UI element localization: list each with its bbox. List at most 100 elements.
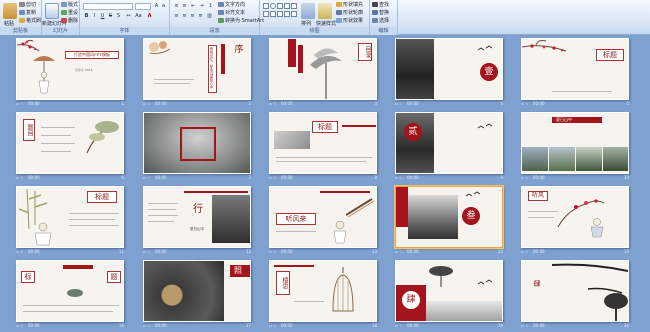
slide-thumbnail-11[interactable]: 标题 bbox=[16, 186, 124, 248]
transition-icon: ▫ ☆ bbox=[521, 249, 529, 254]
cut-button[interactable]: 剪切 bbox=[19, 2, 36, 9]
slide-title: 序 bbox=[234, 45, 244, 55]
replace-button[interactable]: 替换 bbox=[372, 10, 389, 17]
numbering-icon[interactable]: ≡ bbox=[181, 3, 188, 10]
umbrella-girl-illustration bbox=[33, 56, 55, 94]
align-right-icon[interactable]: ≡ bbox=[189, 13, 196, 20]
bold-icon[interactable]: B bbox=[83, 13, 90, 20]
red-accent-bar bbox=[342, 125, 376, 127]
slide-thumbnail-2[interactable]: 序 有些记忆，却永远留在心中 bbox=[143, 38, 251, 100]
callout-shape-icon[interactable] bbox=[277, 11, 283, 17]
transition-icon: ▫ ☆ bbox=[16, 175, 24, 180]
ink-branch-illustration bbox=[552, 263, 628, 321]
paste-icon[interactable] bbox=[3, 3, 17, 19]
slide-thumbnail-19[interactable]: 肆 bbox=[395, 260, 503, 322]
font-size-box[interactable] bbox=[135, 3, 151, 10]
bullets-icon[interactable]: ≡ bbox=[173, 3, 180, 10]
slide-title: 听风来 bbox=[276, 213, 316, 225]
slide-thumbnail-12[interactable]: 行 夏日山中 bbox=[143, 186, 251, 248]
plum-branch-illustration bbox=[522, 40, 567, 52]
layout-button[interactable]: 版式 bbox=[61, 2, 78, 9]
slide-number: 8 bbox=[374, 175, 377, 180]
slide-thumbnail-7[interactable] bbox=[143, 112, 251, 174]
white-bridge-photo bbox=[426, 301, 502, 321]
brace-shape-icon[interactable] bbox=[284, 11, 290, 17]
slide-thumbnail-16[interactable]: 标 题 bbox=[16, 260, 124, 322]
new-slide-icon[interactable] bbox=[45, 3, 59, 19]
chapter-circle: 贰 bbox=[404, 123, 422, 141]
transition-icon: ▫ ☆ bbox=[521, 323, 529, 328]
text-line bbox=[41, 127, 75, 128]
quick-styles-icon[interactable] bbox=[318, 3, 332, 19]
slide-thumbnail-15[interactable]: 听风 bbox=[521, 186, 629, 248]
text-line bbox=[41, 151, 71, 152]
italic-icon[interactable]: I bbox=[91, 13, 98, 20]
align-center-icon[interactable]: ≡ bbox=[181, 13, 188, 20]
columns-icon[interactable]: ▥ bbox=[206, 13, 213, 20]
red-accent-bar bbox=[63, 265, 93, 269]
font-color-icon[interactable]: A bbox=[146, 13, 153, 20]
arrow-shape-icon[interactable] bbox=[284, 3, 290, 9]
more-shapes-icon[interactable] bbox=[291, 11, 297, 17]
red-accent-bar bbox=[298, 45, 303, 73]
text-line bbox=[69, 219, 115, 220]
align-text-button[interactable]: 对齐文本 bbox=[218, 10, 245, 17]
reset-button[interactable]: 重设 bbox=[61, 10, 78, 17]
slide-thumbnail-20[interactable]: 肆 bbox=[521, 260, 629, 322]
slide-thumbnail-3[interactable]: 目录 bbox=[269, 38, 377, 100]
line-spacing-icon[interactable]: ↕ bbox=[207, 3, 214, 10]
slide-number: 9 bbox=[500, 175, 503, 180]
slide-thumbnail-4[interactable]: 壹 bbox=[395, 38, 503, 100]
star-shape-icon[interactable] bbox=[270, 11, 276, 17]
slide-thumbnail-13[interactable]: 听风来 bbox=[269, 186, 377, 248]
delete-button[interactable]: 删除 bbox=[61, 18, 78, 25]
slide-number: 5 bbox=[626, 101, 629, 106]
text-direction-button[interactable]: 文字方向 bbox=[218, 2, 245, 9]
strikethrough-icon[interactable]: S bbox=[107, 13, 114, 20]
slide-thumbnail-14[interactable]: 叁 bbox=[395, 186, 503, 248]
paste-button[interactable]: 粘贴 bbox=[4, 20, 14, 27]
smartart-button[interactable]: 转换为 SmartArt bbox=[218, 18, 264, 25]
slide-thumbnail-18[interactable]: 檀思 bbox=[269, 260, 377, 322]
slide-meta-16: ▫ ☆ 00:00 16 bbox=[16, 323, 124, 328]
shape-fill-button[interactable]: 形状填充 bbox=[336, 2, 363, 9]
triangle-shape-icon[interactable] bbox=[291, 3, 297, 9]
slide-thumbnail-6[interactable]: 题目 bbox=[16, 112, 124, 174]
shape-effects-button[interactable]: 形状效果 bbox=[336, 18, 363, 25]
shadow-icon[interactable]: S bbox=[115, 13, 122, 20]
slide-thumbnail-9[interactable]: 贰 bbox=[395, 112, 503, 174]
align-left-icon[interactable]: ≡ bbox=[173, 13, 180, 20]
find-button[interactable]: 查找 bbox=[372, 2, 389, 9]
slide-thumbnail-17[interactable]: 照 bbox=[143, 260, 251, 322]
font-name-box[interactable] bbox=[83, 3, 133, 10]
textbox-shape-icon[interactable] bbox=[263, 11, 269, 17]
quick-styles-button[interactable]: 快速样式 bbox=[316, 20, 336, 27]
oval-shape-icon[interactable] bbox=[270, 3, 276, 9]
arrange-icon[interactable] bbox=[301, 3, 315, 19]
slide-thumbnail-8[interactable]: 标题 bbox=[269, 112, 377, 174]
decrease-indent-icon[interactable]: ⇤ bbox=[190, 3, 197, 10]
slide-meta-14: ▫ ☆ 00:00 14 bbox=[395, 249, 503, 254]
underline-icon[interactable]: U bbox=[99, 13, 106, 20]
slide-thumbnail-5[interactable]: 标题 bbox=[521, 38, 629, 100]
text-line bbox=[154, 79, 194, 80]
arrange-button[interactable]: 排列 bbox=[301, 20, 311, 27]
copy-button[interactable]: 复制 bbox=[19, 10, 36, 17]
transition-icon: ▫ ☆ bbox=[16, 249, 24, 254]
select-button[interactable]: 选择 bbox=[372, 18, 389, 25]
grow-font-icon[interactable]: A bbox=[153, 3, 160, 10]
brush-icon bbox=[19, 18, 25, 23]
change-case-icon[interactable]: Aa bbox=[135, 13, 142, 20]
rectangle-shape-icon[interactable] bbox=[263, 3, 269, 9]
slide-thumbnail-10[interactable]: 夏日山中 bbox=[521, 112, 629, 174]
increase-indent-icon[interactable]: ⇥ bbox=[198, 3, 205, 10]
bamboo-girl-illustration bbox=[19, 189, 52, 246]
shrink-font-icon[interactable]: a bbox=[160, 3, 167, 10]
justify-icon[interactable]: ≡ bbox=[197, 13, 204, 20]
shape-outline-button[interactable]: 形状轮廓 bbox=[336, 10, 363, 17]
format-painter-button[interactable]: 格式刷 bbox=[19, 18, 41, 25]
line-shape-icon[interactable] bbox=[277, 3, 283, 9]
transition-icon: ▫ ☆ bbox=[269, 323, 277, 328]
slide-thumbnail-1[interactable]: 打造中国风PPT模板 分享人 2015 bbox=[16, 38, 124, 100]
spacing-icon[interactable]: ↔ bbox=[125, 13, 132, 20]
